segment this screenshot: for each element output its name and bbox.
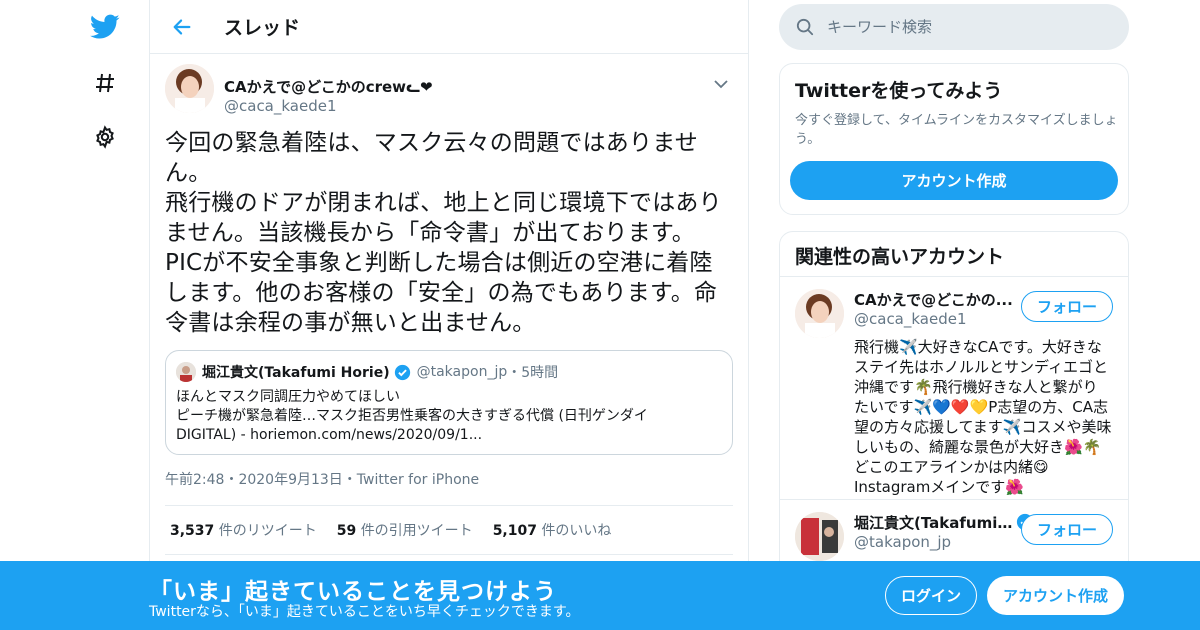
quoted-tweet-text: ほんとマスク同調圧力やめてほしい ピーチ機が緊急着陸…マスク拒否男性乗客の大きす… [176, 389, 648, 443]
avatar[interactable] [165, 64, 214, 113]
tweet-stats: 3,537 件のリツイート 59 件の引用ツイート 5,107 件のいいね [165, 506, 733, 554]
page-root: スレッド CAかえで@どこかのcrewᓚ❤ @caca_kaede1 今回の緊急… [0, 0, 1200, 630]
search-input[interactable] [827, 18, 1107, 36]
back-arrow-icon[interactable] [162, 7, 202, 47]
quoted-author-name: 堀江貴文(Takafumi Horie) [202, 365, 390, 381]
create-account-button[interactable]: アカウント作成 [987, 576, 1124, 615]
tweet-author: CAかえで@どこかのcrewᓚ❤ @caca_kaede1 [165, 64, 733, 126]
main-tweet: CAかえで@どこかのcrewᓚ❤ @caca_kaede1 今回の緊急着陸は、マ… [150, 54, 748, 555]
related-accounts-header: 関連性の高いアカウント [780, 232, 1128, 277]
tweet-text: 今回の緊急着陸は、マスク云々の問題ではありませ ん。 飛行機のドアが閉まれば、地… [165, 130, 722, 336]
chevron-down-icon[interactable] [709, 72, 733, 96]
account-name[interactable]: CAかえで@どこかの... [854, 289, 1014, 310]
quoted-tweet-header: 堀江貴文(Takafumi Horie) @takapon_jp ・5時間 [176, 361, 722, 383]
signup-card: Twitterを使ってみよう 今すぐ登録して、タイムラインをカスタマイズしましょ… [779, 63, 1129, 215]
twitter-bird-icon[interactable] [88, 10, 122, 44]
page-title: スレッド [224, 17, 301, 39]
divider [165, 554, 733, 555]
quoted-author-handle: @takapon_jp [416, 364, 508, 380]
create-account-button[interactable]: アカウント作成 [790, 161, 1118, 200]
login-button[interactable]: ログイン [885, 576, 977, 615]
search-box [779, 4, 1129, 50]
search-icon [795, 17, 815, 37]
avatar [176, 362, 196, 382]
list-item[interactable]: CAかえで@どこかの... @caca_kaede1 フォロー 飛行機✈️大好き… [780, 277, 1128, 500]
hashtag-icon[interactable] [88, 66, 122, 100]
account-name[interactable]: 堀江貴文(Takafumi... [854, 512, 1014, 533]
quote-tweet-count[interactable]: 59 件の引用ツイート [337, 520, 473, 540]
follow-button[interactable]: フォロー [1021, 514, 1113, 545]
thread-header: スレッド [150, 0, 748, 54]
gear-icon[interactable] [88, 120, 122, 154]
signup-card-subtitle: 今すぐ登録して、タイムラインをカスタマイズしましょう。 [795, 113, 1118, 147]
signup-banner: 「いま」起きていることを見つけよう Twitterなら、「いま」起きていることを… [0, 561, 1200, 630]
related-accounts-title: 関連性の高いアカウント [795, 246, 1005, 268]
author-handle[interactable]: @caca_kaede1 [224, 97, 337, 115]
avatar[interactable] [795, 289, 844, 338]
quoted-time: ・5時間 [507, 365, 559, 381]
author-name[interactable]: CAかえで@どこかのcrewᓚ❤ [224, 76, 433, 97]
banner-subtitle: Twitterなら、「いま」起きていることをいち早くチェックできます。 [149, 604, 580, 620]
signup-card-title: Twitterを使ってみよう [795, 80, 1003, 102]
follow-button[interactable]: フォロー [1021, 291, 1113, 322]
tweet-timestamp[interactable]: 午前2:48・2020年9月13日・Twitter for iPhone [165, 469, 733, 491]
avatar[interactable] [795, 512, 844, 561]
account-handle[interactable]: @takapon_jp [854, 533, 951, 551]
like-count[interactable]: 5,107 件のいいね [493, 520, 612, 540]
retweet-count[interactable]: 3,537 件のリツイート [170, 520, 317, 540]
account-handle[interactable]: @caca_kaede1 [854, 310, 967, 328]
account-bio: 飛行機✈️大好きなCAです。大好きなステイ先はホノルルとサンディエゴと沖縄です🌴… [854, 338, 1112, 496]
verified-badge-icon [394, 364, 411, 381]
main-column: スレッド CAかえで@どこかのcrewᓚ❤ @caca_kaede1 今回の緊急… [149, 0, 749, 630]
quoted-tweet[interactable]: 堀江貴文(Takafumi Horie) @takapon_jp ・5時間 ほん… [165, 350, 733, 455]
